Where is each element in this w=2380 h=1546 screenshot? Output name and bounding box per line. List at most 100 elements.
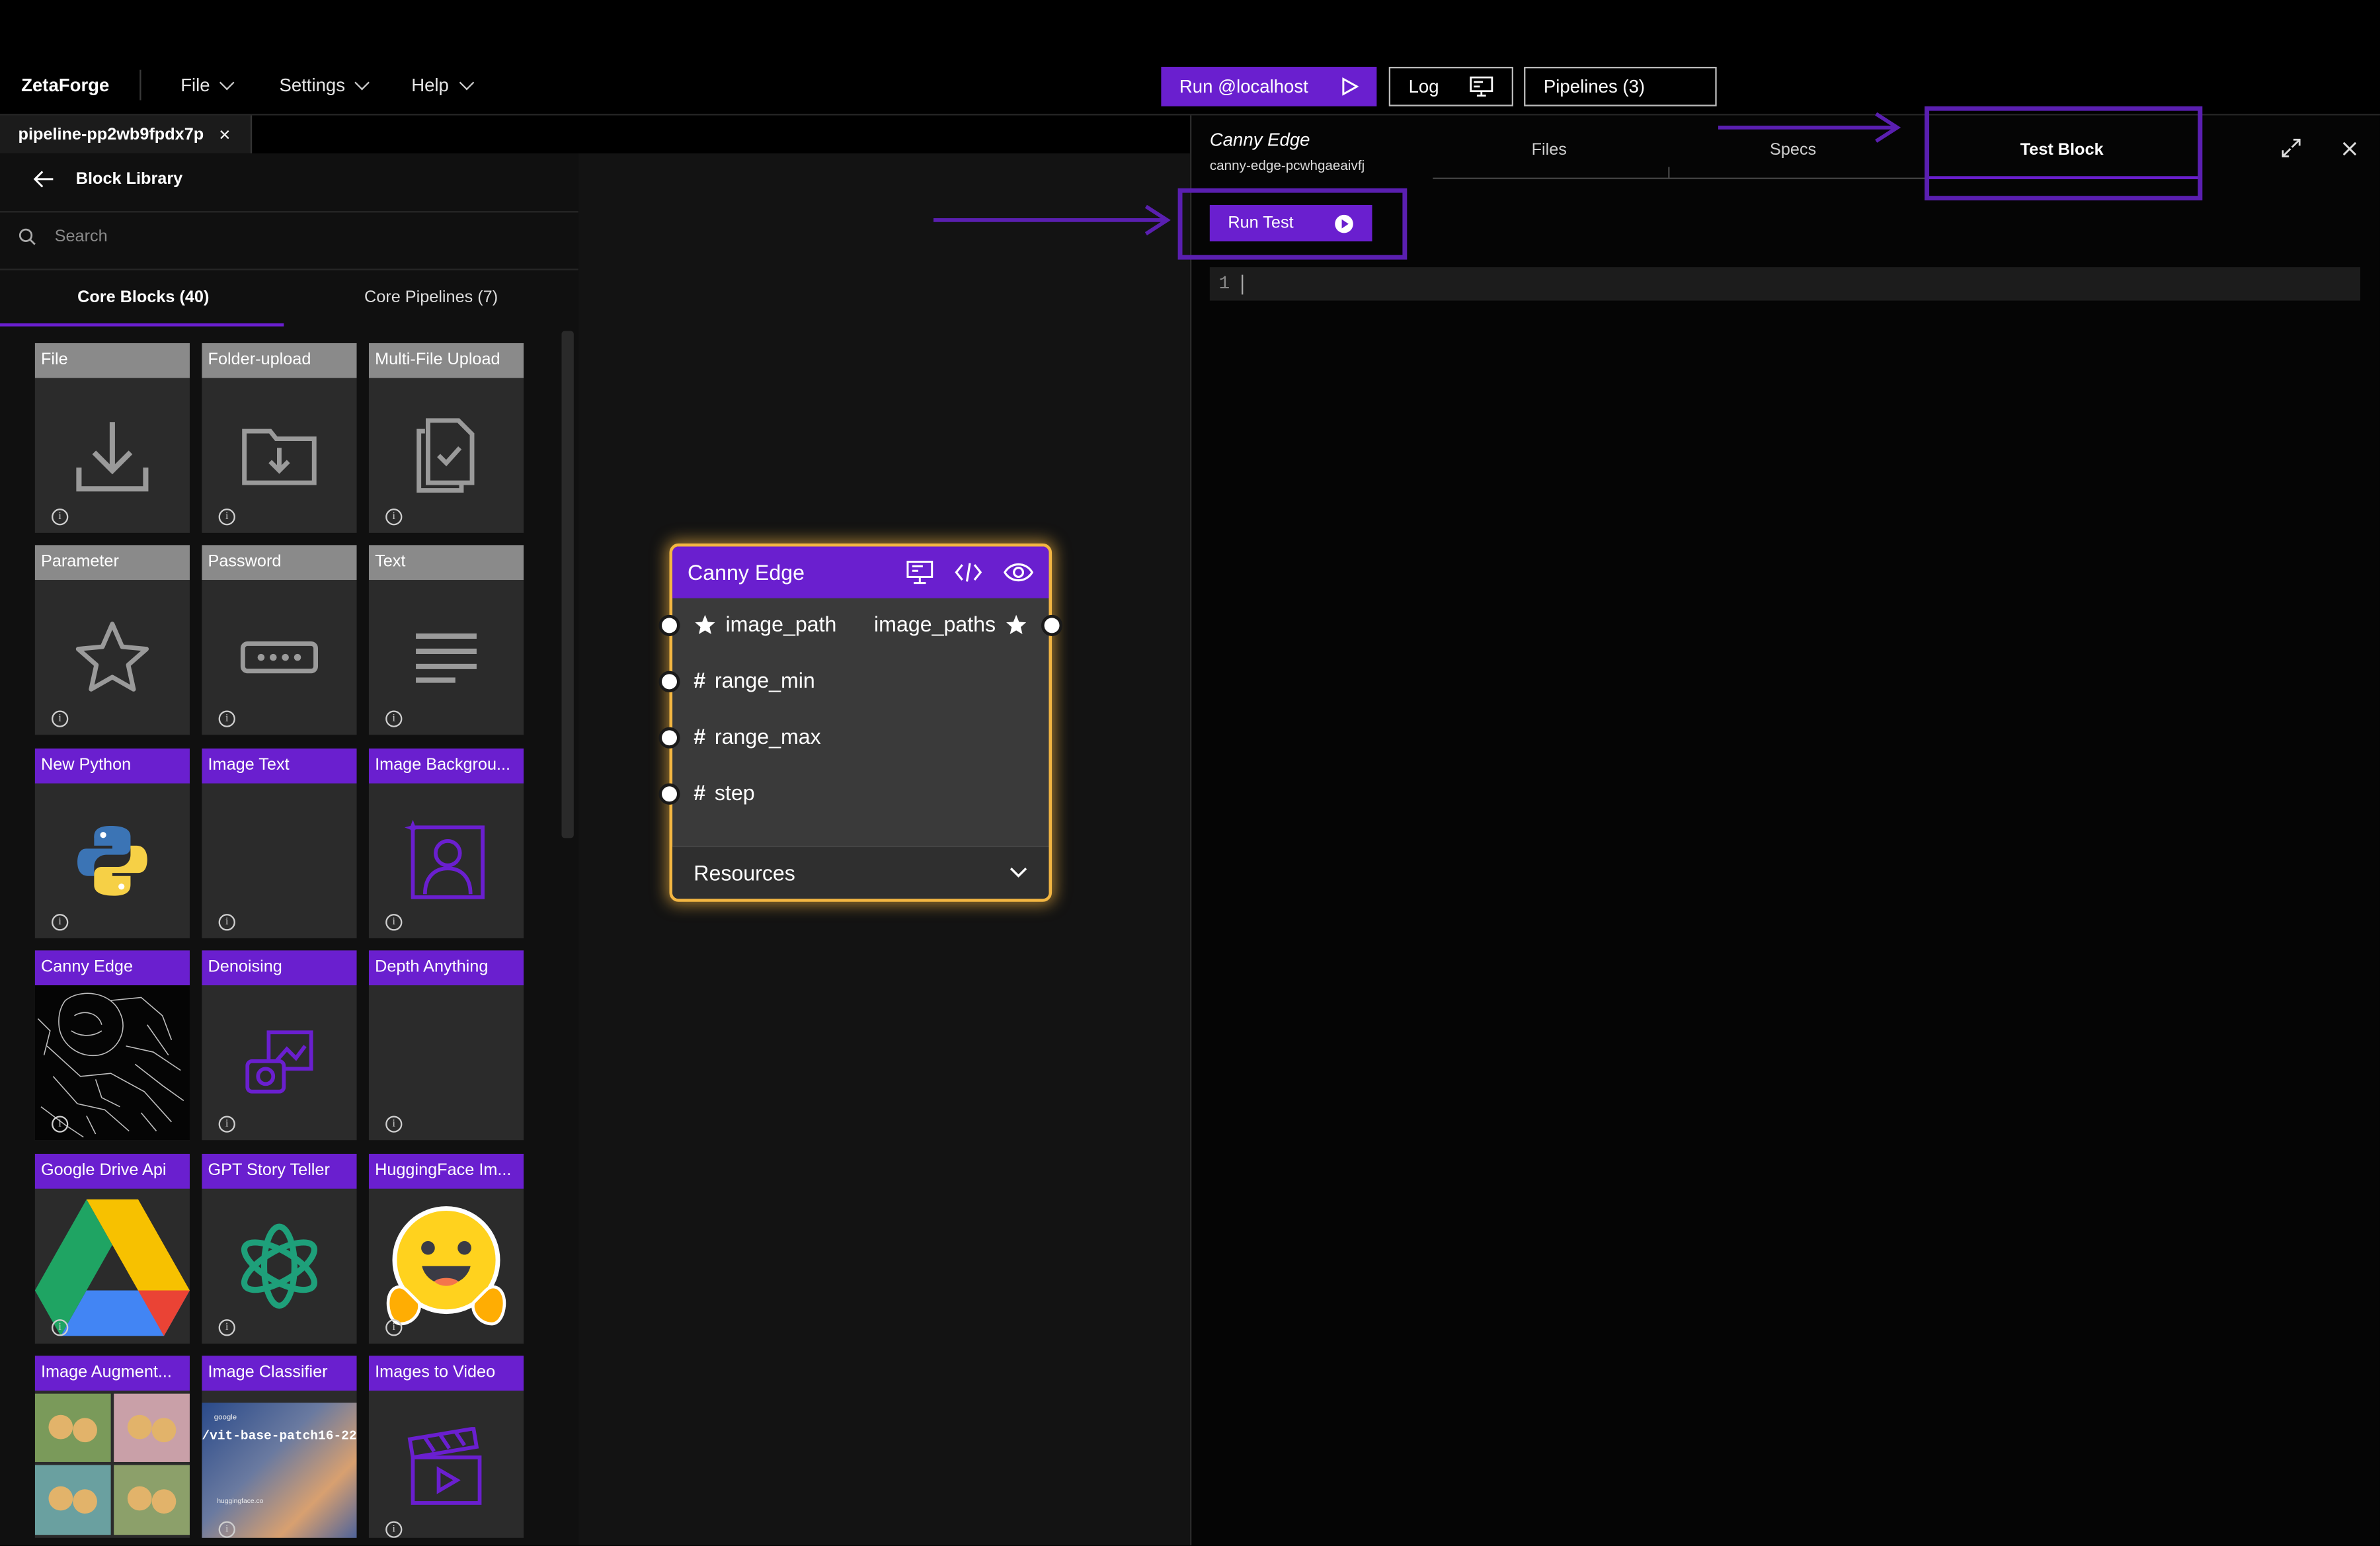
block-card-label: Images to Video [368, 1356, 524, 1391]
log-button[interactable]: Log [1388, 67, 1514, 106]
classifier-thumbnail-icon: google /vit-base-patch16-224 huggingface… [202, 1403, 357, 1538]
info-icon[interactable]: i [218, 1521, 235, 1538]
block-card-label: File [34, 343, 190, 378]
info-icon[interactable]: i [218, 710, 235, 727]
pipeline-tab[interactable]: pipeline-pp2wb9fpdx7p × [0, 115, 253, 153]
input-port-image-path[interactable] [658, 614, 680, 636]
info-icon[interactable]: i [52, 914, 69, 931]
tab-files[interactable]: Files [1532, 142, 1567, 160]
input-range-min: # range_min [694, 668, 815, 692]
annotation-arrow [933, 204, 1171, 235]
star-icon [1006, 614, 1027, 633]
annotation-highlight [1924, 106, 2203, 201]
monitor-icon [1470, 76, 1493, 97]
block-card-image-augment[interactable]: Image Augment... [34, 1356, 190, 1538]
canny-edge-node[interactable]: Canny Edge image_path image_paths # rang… [658, 543, 1063, 902]
block-card-multi-file-upload[interactable]: Multi-File Upload i [368, 343, 524, 533]
block-card-body: i [202, 1189, 356, 1344]
block-card-new-python[interactable]: New Python i [34, 748, 190, 938]
info-icon[interactable]: i [218, 914, 235, 931]
node-header[interactable]: Canny Edge [672, 546, 1049, 598]
block-card-body: i [202, 580, 356, 735]
block-card-images-to-video[interactable]: Images to Video i [368, 1356, 524, 1538]
input-port-range-min[interactable] [658, 671, 680, 692]
block-card-body: i [35, 378, 190, 533]
block-card-image-text[interactable]: Image Text i [202, 748, 357, 938]
tab-core-pipelines[interactable]: Core Pipelines (7) [364, 288, 498, 307]
menu-settings[interactable]: Settings [279, 74, 370, 96]
search-input[interactable]: Search [19, 227, 108, 246]
block-card-image-classifier[interactable]: Image Classifier google /vit-base-patch1… [202, 1356, 357, 1538]
run-button-label: Run @localhost [1179, 75, 1308, 97]
close-icon[interactable] [2342, 142, 2358, 157]
block-card-image-background[interactable]: Image Backgrou... i [368, 748, 524, 938]
info-icon[interactable]: i [52, 509, 69, 526]
info-icon[interactable]: i [385, 710, 403, 727]
output-port-image-paths[interactable] [1041, 614, 1063, 636]
node-resources-toggle[interactable]: Resources [672, 845, 1049, 899]
chevron-down-icon [1010, 868, 1027, 878]
info-icon[interactable]: i [385, 1116, 403, 1133]
block-card-parameter[interactable]: Parameter i [34, 545, 190, 735]
play-circle-icon [1335, 214, 1353, 233]
hash-icon: # [694, 780, 706, 805]
block-card-depth-anything[interactable]: Depth Anything i [368, 950, 524, 1141]
hash-icon: # [694, 724, 706, 749]
info-icon[interactable]: i [385, 509, 403, 526]
eye-icon[interactable] [1004, 561, 1034, 583]
block-card-password[interactable]: Password i [202, 545, 357, 735]
run-test-button[interactable]: Run Test [1209, 204, 1372, 242]
python-icon [77, 825, 147, 896]
input-label: range_max [714, 724, 821, 749]
block-details-panel [1189, 115, 2380, 1546]
input-port-range-max[interactable] [658, 727, 680, 749]
output-image-paths: image_paths [874, 612, 1027, 636]
block-card-body [34, 1391, 190, 1538]
block-card-huggingface[interactable]: HuggingFace Im... i [368, 1153, 524, 1344]
input-port-step[interactable] [658, 783, 680, 805]
block-card-body: i [202, 378, 356, 533]
code-editor[interactable]: 1 [1209, 267, 2361, 301]
info-icon[interactable]: i [52, 1116, 69, 1133]
info-icon[interactable]: i [218, 1116, 235, 1133]
block-card-label: Image Text [202, 748, 357, 784]
info-icon[interactable]: i [385, 914, 403, 931]
block-card-google-drive-api[interactable]: Google Drive Api i [34, 1153, 190, 1344]
input-label: range_min [714, 668, 815, 692]
block-card-file[interactable]: File i [34, 343, 190, 533]
expand-icon[interactable] [2281, 138, 2301, 158]
info-icon[interactable]: i [52, 710, 69, 727]
line-number: 1 [1218, 273, 1230, 295]
block-card-denoising[interactable]: Denoising i [202, 950, 357, 1141]
code-icon[interactable] [955, 561, 982, 583]
menu-help[interactable]: Help [411, 74, 474, 96]
pipelines-button[interactable]: Pipelines (3) [1524, 67, 1717, 106]
run-button[interactable]: Run @localhost [1161, 67, 1377, 106]
block-card-label: Depth Anything [368, 950, 524, 986]
info-icon[interactable]: i [52, 1319, 69, 1336]
close-icon[interactable]: × [219, 123, 230, 145]
menu-file[interactable]: File [180, 74, 235, 96]
tab-core-blocks[interactable]: Core Blocks (40) [77, 288, 209, 307]
block-card-folder-upload[interactable]: Folder-upload i [202, 343, 357, 533]
info-icon[interactable]: i [385, 1319, 403, 1336]
document-check-icon [416, 418, 475, 493]
back-arrow-icon[interactable] [33, 170, 55, 188]
sidebar-scrollbar[interactable] [561, 331, 574, 838]
node-resources-label: Resources [694, 860, 795, 885]
block-card-canny-edge[interactable]: Canny Edge i [34, 950, 190, 1141]
monitor-icon[interactable] [906, 560, 933, 585]
block-card-gpt-story-teller[interactable]: GPT Story Teller i [202, 1153, 357, 1344]
info-icon[interactable]: i [385, 1521, 403, 1538]
block-card-body: i [34, 985, 190, 1141]
info-icon[interactable]: i [218, 1319, 235, 1336]
block-card-text[interactable]: Text i [368, 545, 524, 735]
block-card-label: HuggingFace Im... [368, 1153, 524, 1189]
download-icon [76, 422, 149, 492]
thumb-model-text: /vit-base-patch16-224 [202, 1428, 357, 1444]
block-library-title: Block Library [75, 170, 183, 188]
password-icon [240, 641, 318, 674]
block-card-label: Image Classifier [202, 1356, 357, 1391]
block-library-header: Block Library [33, 170, 183, 188]
info-icon[interactable]: i [218, 509, 235, 526]
